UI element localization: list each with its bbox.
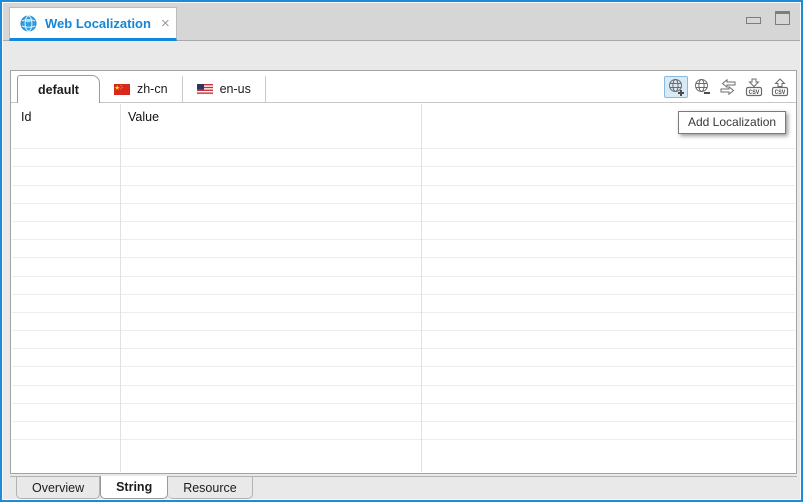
locale-tab-zh-cn[interactable]: zh-cn: [100, 76, 183, 102]
table-row[interactable]: [12, 240, 795, 258]
swap-arrows-icon: [718, 77, 738, 97]
svg-text:CSV: CSV: [749, 89, 760, 96]
editor-tab-title: Web Localization: [45, 16, 151, 31]
remove-localization-button[interactable]: [690, 76, 714, 98]
locale-tab-label: en-us: [220, 82, 251, 96]
export-csv-button[interactable]: CSV: [768, 76, 792, 98]
table-row[interactable]: [12, 277, 795, 295]
table-row[interactable]: [12, 204, 795, 222]
locale-tab-label: default: [38, 83, 79, 97]
tab-label: String: [116, 480, 152, 494]
table-row[interactable]: [12, 404, 795, 422]
tooltip-add-localization: Add Localization: [678, 111, 786, 134]
editor-tab-web-localization[interactable]: Web Localization ×: [9, 7, 177, 41]
column-header-id[interactable]: Id: [21, 110, 31, 124]
svg-text:CSV: CSV: [775, 89, 786, 96]
locale-tab-row: default zh-cn: [11, 71, 796, 103]
minimize-icon[interactable]: [746, 17, 761, 24]
table-row[interactable]: [12, 422, 795, 440]
tab-string[interactable]: String: [100, 476, 168, 499]
globe-minus-icon: [692, 77, 712, 97]
locale-tab-label: zh-cn: [137, 82, 168, 96]
column-divider: [120, 104, 121, 472]
import-csv-button[interactable]: CSV: [742, 76, 766, 98]
column-header-value[interactable]: Value: [128, 110, 159, 124]
web-localization-editor-window: Web Localization × default: [0, 0, 803, 502]
localization-toolbar: CSV CSV: [664, 76, 792, 98]
table-row[interactable]: [12, 167, 795, 185]
table-row[interactable]: [12, 331, 795, 349]
csv-export-icon: CSV: [769, 77, 791, 97]
table-row[interactable]: [12, 149, 795, 167]
swap-localization-button[interactable]: [716, 76, 740, 98]
tab-label: Resource: [183, 481, 237, 495]
csv-import-icon: CSV: [743, 77, 765, 97]
add-localization-button[interactable]: [664, 76, 688, 98]
cn-flag-icon: [114, 84, 130, 95]
table-row[interactable]: [12, 349, 795, 367]
table-row[interactable]: [12, 222, 795, 240]
table-row[interactable]: [12, 258, 795, 276]
table-row[interactable]: [12, 386, 795, 404]
editor-tab-bar: Web Localization ×: [3, 3, 800, 41]
us-flag-icon: [197, 84, 213, 95]
view-controls: [746, 11, 790, 25]
maximize-icon[interactable]: [775, 11, 790, 25]
locale-tab-default[interactable]: default: [17, 75, 100, 103]
tab-overview[interactable]: Overview: [16, 477, 100, 499]
globe-icon: [20, 15, 37, 32]
globe-plus-icon: [666, 77, 686, 97]
page-tab-bar: Overview String Resource: [10, 476, 797, 500]
tab-label: Overview: [32, 481, 84, 495]
table-row[interactable]: [12, 367, 795, 385]
table-row[interactable]: [12, 313, 795, 331]
close-icon[interactable]: ×: [159, 16, 172, 31]
table-row[interactable]: [12, 186, 795, 204]
locale-tab-en-us[interactable]: en-us: [183, 76, 266, 102]
table-row[interactable]: [12, 295, 795, 313]
table-body: [12, 131, 795, 440]
tab-resource[interactable]: Resource: [168, 477, 253, 499]
column-divider: [421, 104, 422, 472]
